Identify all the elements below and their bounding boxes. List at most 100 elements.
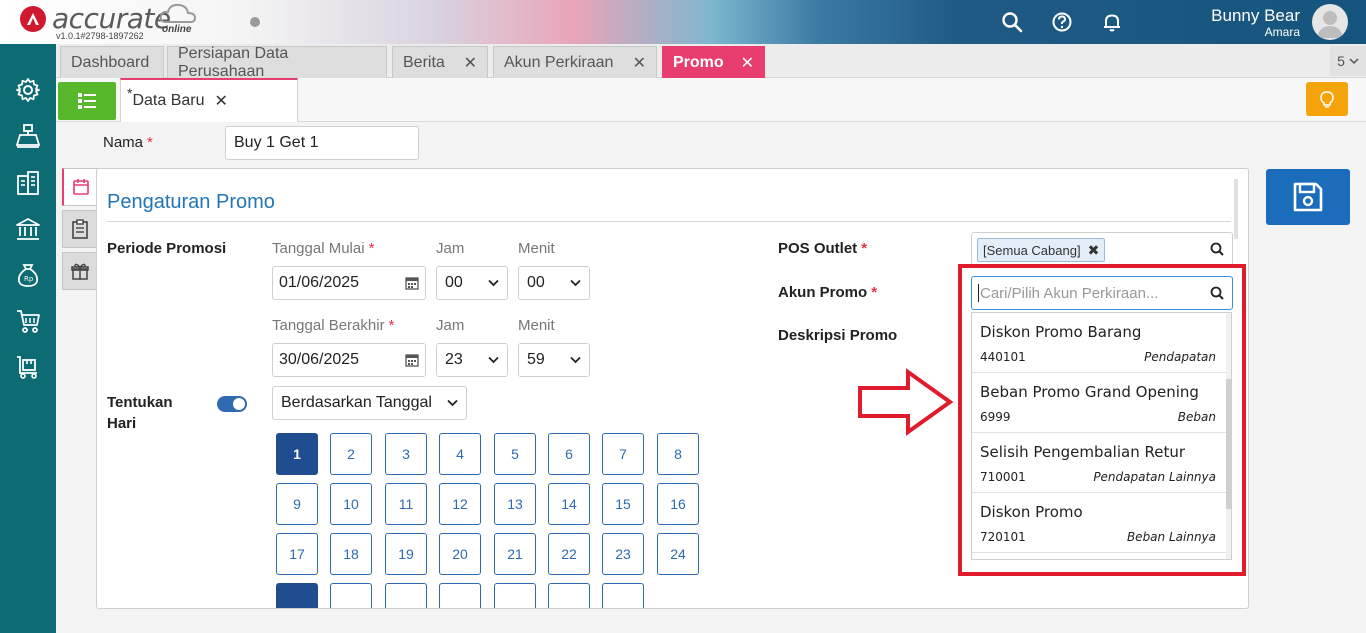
help-icon[interactable] bbox=[1050, 10, 1074, 34]
pos-outlet-field[interactable]: [Semua Cabang] ✖ bbox=[971, 232, 1233, 266]
tab-berita[interactable]: Berita ✕ bbox=[392, 46, 488, 78]
day-button[interactable]: 21 bbox=[494, 533, 536, 575]
day-button[interactable]: 8 bbox=[657, 433, 699, 475]
day-button[interactable]: 2 bbox=[330, 433, 372, 475]
left-sidebar: Rp bbox=[0, 44, 56, 633]
day-button[interactable]: 12 bbox=[439, 483, 481, 525]
tab-jadwal[interactable] bbox=[62, 168, 98, 206]
pos-outlet-tag-label: [Semua Cabang] bbox=[983, 242, 1081, 258]
day-button[interactable]: 14 bbox=[548, 483, 590, 525]
day-button[interactable]: 9 bbox=[276, 483, 318, 525]
gift-icon bbox=[71, 263, 89, 280]
tentukan-hari-toggle[interactable] bbox=[217, 396, 247, 412]
day-button[interactable]: 16 bbox=[657, 483, 699, 525]
day-button[interactable]: 3 bbox=[385, 433, 427, 475]
tab-persiapan-data[interactable]: Persiapan Data Perusahaan bbox=[167, 45, 387, 80]
app-version: v1.0.1#2798-1897262 bbox=[56, 31, 144, 41]
gear-icon[interactable] bbox=[14, 76, 42, 104]
tanggal-mulai-field[interactable]: 01/06/2025 bbox=[272, 266, 426, 300]
day-button[interactable]: 15 bbox=[602, 483, 644, 525]
tab-hadiah[interactable] bbox=[62, 252, 98, 290]
calendar-icon[interactable] bbox=[405, 353, 419, 367]
tab-label: Dashboard bbox=[71, 53, 150, 71]
clipboard-icon bbox=[72, 219, 88, 239]
search-icon[interactable] bbox=[1000, 10, 1024, 34]
day-button[interactable]: 6 bbox=[548, 433, 590, 475]
brand-mark-icon bbox=[20, 6, 46, 32]
day-button[interactable]: 24 bbox=[657, 533, 699, 575]
mode-select[interactable]: Berdasarkan Tanggal bbox=[272, 386, 467, 420]
day-button[interactable]: 20 bbox=[439, 533, 481, 575]
panel-scrollbar[interactable] bbox=[1234, 179, 1238, 239]
nama-field[interactable]: Buy 1 Get 1 bbox=[225, 126, 419, 160]
brand-suffix: online bbox=[162, 24, 192, 35]
day-button[interactable] bbox=[385, 583, 427, 608]
avatar-icon[interactable] bbox=[1312, 4, 1348, 40]
pos-outlet-tag[interactable]: [Semua Cabang] ✖ bbox=[977, 238, 1106, 262]
day-button[interactable]: 11 bbox=[385, 483, 427, 525]
list-icon bbox=[78, 93, 96, 109]
tab-label: Akun Perkiraan bbox=[504, 53, 614, 71]
periode-label: Periode Promosi bbox=[107, 240, 227, 257]
search-icon[interactable] bbox=[1210, 242, 1224, 256]
day-button[interactable]: 13 bbox=[494, 483, 536, 525]
chevron-down-icon bbox=[570, 279, 581, 287]
tips-button[interactable] bbox=[1306, 82, 1348, 116]
berakhir-menit-select[interactable]: 59 bbox=[518, 343, 590, 377]
mulai-menit-select[interactable]: 00 bbox=[518, 266, 590, 300]
user-name[interactable]: Bunny Bear bbox=[1211, 6, 1300, 26]
day-button[interactable]: 5 bbox=[494, 433, 536, 475]
tanggal-mulai-label: Tanggal Mulai * bbox=[272, 240, 375, 257]
day-button[interactable]: 7 bbox=[602, 433, 644, 475]
close-icon[interactable]: ✕ bbox=[215, 91, 228, 111]
day-button[interactable] bbox=[439, 583, 481, 608]
tab-data-baru[interactable]: * Data Baru ✕ bbox=[120, 78, 298, 122]
list-view-button[interactable] bbox=[58, 82, 116, 120]
day-button[interactable]: 18 bbox=[330, 533, 372, 575]
tab-akun-perkiraan[interactable]: Akun Perkiraan ✕ bbox=[493, 46, 657, 78]
brand-logo[interactable]: accurate bbox=[20, 5, 171, 33]
money-bag-icon[interactable]: Rp bbox=[14, 261, 42, 289]
day-button[interactable]: 22 bbox=[548, 533, 590, 575]
calendar-icon[interactable] bbox=[405, 276, 419, 290]
nama-value: Buy 1 Get 1 bbox=[234, 134, 319, 151]
day-button[interactable]: 17 bbox=[276, 533, 318, 575]
day-button[interactable] bbox=[602, 583, 644, 608]
mulai-jam-select[interactable]: 00 bbox=[436, 266, 508, 300]
close-icon[interactable]: ✕ bbox=[633, 53, 646, 73]
tab-dashboard[interactable]: Dashboard bbox=[60, 46, 164, 78]
day-button[interactable]: 1 bbox=[276, 433, 318, 475]
day-button[interactable]: 10 bbox=[330, 483, 372, 525]
day-button[interactable]: 19 bbox=[385, 533, 427, 575]
cash-register-icon[interactable] bbox=[14, 122, 42, 150]
cart-icon[interactable] bbox=[14, 307, 42, 335]
tanggal-berakhir-field[interactable]: 30/06/2025 bbox=[272, 343, 426, 377]
day-button[interactable] bbox=[330, 583, 372, 608]
day-button[interactable]: 4 bbox=[439, 433, 481, 475]
close-icon[interactable]: ✕ bbox=[464, 53, 477, 73]
bell-icon[interactable] bbox=[1100, 10, 1124, 34]
chevron-down-icon bbox=[488, 279, 499, 287]
box-cart-icon[interactable] bbox=[14, 353, 42, 381]
berakhir-jam-value: 23 bbox=[445, 351, 463, 368]
user-subtitle: Amara bbox=[1264, 25, 1300, 39]
mulai-jam-value: 00 bbox=[445, 274, 463, 291]
day-button[interactable] bbox=[548, 583, 590, 608]
tentukan-hari-label: Tentukan Hari bbox=[107, 394, 173, 432]
building-icon[interactable] bbox=[14, 169, 42, 197]
day-button[interactable] bbox=[494, 583, 536, 608]
save-button[interactable] bbox=[1266, 169, 1350, 225]
remove-tag-icon[interactable]: ✖ bbox=[1088, 242, 1100, 259]
unsaved-marker: * bbox=[127, 85, 133, 101]
tab-count-dropdown[interactable]: 5 bbox=[1330, 46, 1366, 76]
close-icon[interactable]: ✕ bbox=[741, 53, 754, 73]
sub-toolbar: * Data Baru ✕ bbox=[56, 78, 1366, 122]
berakhir-jam-select[interactable]: 23 bbox=[436, 343, 508, 377]
day-button[interactable] bbox=[276, 583, 318, 608]
bank-icon[interactable] bbox=[14, 215, 42, 243]
app-header: accurate online v1.0.1#2798-1897262 Bunn… bbox=[0, 0, 1366, 44]
day-button[interactable]: 23 bbox=[602, 533, 644, 575]
tab-promo[interactable]: Promo ✕ bbox=[662, 46, 765, 78]
jam-label: Jam bbox=[436, 317, 465, 334]
tab-syarat[interactable] bbox=[62, 210, 98, 248]
